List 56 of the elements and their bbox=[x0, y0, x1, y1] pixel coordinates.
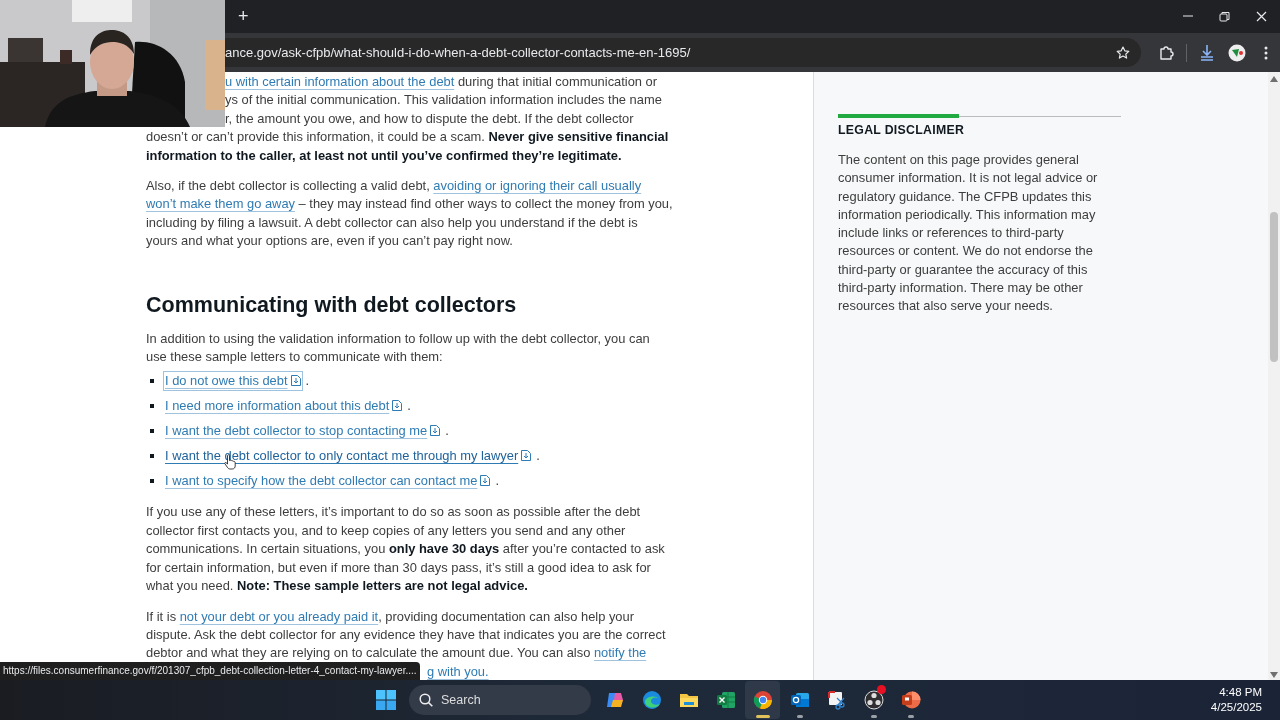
file-download-icon bbox=[392, 400, 403, 412]
spreadsheet-icon bbox=[715, 690, 736, 710]
text-link[interactable]: g with you. bbox=[427, 663, 489, 679]
mail-icon bbox=[789, 690, 810, 710]
status-url-text: https://files.consumerfinance.gov/f/201307_cfpb_debt-collection-letter-4_contact-my-lawyer.... bbox=[0, 662, 420, 680]
bullet-icon bbox=[150, 403, 154, 408]
menu-icon[interactable] bbox=[1263, 45, 1268, 60]
file-download-icon bbox=[290, 375, 301, 387]
section-heading: Communicating with debt collectors bbox=[146, 291, 518, 319]
paragraph: In addition to using the validation information to follow up with the debt collector, you can use these sample letters to communicate with them: bbox=[146, 329, 651, 367]
close-icon[interactable] bbox=[1256, 11, 1267, 22]
search-icon bbox=[419, 693, 433, 707]
period-text: . bbox=[495, 471, 499, 490]
search-field[interactable]: Search bbox=[409, 685, 591, 715]
puzzle-icon[interactable] bbox=[1157, 44, 1174, 61]
download-icon[interactable] bbox=[1199, 44, 1216, 61]
paragraph: If you use any of these letters, it’s important to do so as soon as possible after the debt collector first contacts you, and to keep copies of any letters you send and any other communications. In certain situations, you only have 30 days after you’re contacted to ask for certain information, but even if more than 30 days pass, it’s still a good idea to ask for what you need. Note: These sample letters are not legal advice. bbox=[146, 503, 666, 596]
text-link[interactable]: avoiding or ignoring their call usually bbox=[433, 178, 642, 194]
text-link[interactable]: u with certain information about the debt bbox=[225, 74, 455, 89]
scroll-up-icon[interactable] bbox=[1270, 76, 1278, 82]
bullet-icon bbox=[150, 453, 154, 458]
bullet-icon bbox=[150, 378, 154, 383]
scrollbar-thumb[interactable] bbox=[1270, 212, 1278, 362]
letter-link[interactable]: I need more information about this debt bbox=[164, 396, 404, 416]
new-tab-button[interactable]: + bbox=[236, 6, 251, 27]
letter-link[interactable]: I want to specify how the debt collector can contact me bbox=[164, 471, 492, 491]
file-download-icon bbox=[521, 450, 532, 462]
paragraph: Also, if the debt collector is collecting a valid debt, avoiding or ignoring their call usually won’t make them go away – they may instead find other ways to collect the money from you, including by filing a lawsuit. A debt collector can also help you understand if the debt is yours and what your options are, even if you can’t pay right now. bbox=[146, 177, 674, 251]
period-text: . bbox=[305, 371, 310, 390]
address-bar[interactable]: ance.gov/ask-cfpb/what-should-i-do-when-a-debt-collector-contacts-me-en-1695/ bbox=[225, 38, 1141, 67]
clock-time: 4:48 PM bbox=[1218, 685, 1262, 700]
presentation-icon bbox=[900, 690, 921, 710]
text-link[interactable]: won’t make them go away bbox=[146, 196, 296, 212]
avatar-icon[interactable] bbox=[1227, 43, 1246, 62]
letter-link[interactable]: I want the debt collector to only contact me through my lawyer bbox=[164, 446, 533, 466]
chrome-icon bbox=[752, 690, 773, 710]
bullet-icon bbox=[150, 428, 154, 433]
letter-link[interactable]: I do not owe this debt bbox=[164, 371, 302, 391]
sidebar-title: LEGAL DISCLAIMER bbox=[838, 123, 966, 137]
scroll-down-icon[interactable] bbox=[1270, 672, 1278, 678]
period-text: . bbox=[445, 421, 449, 440]
url-text: ance.gov/ask-cfpb/what-should-i-do-when-a-debt-collector-contacts-me-en-1695/ bbox=[225, 45, 692, 60]
text-link[interactable]: notify the bbox=[593, 645, 647, 661]
period-text: . bbox=[536, 446, 540, 465]
taskbar-app[interactable] bbox=[745, 681, 780, 719]
disclaimer-text: The content on this page provides general consumer information. It is not legal advice or regulatory guidance. The CFPB updates this information periodically. This information may include links or references to third-party resources or content. We do not endorse the third-party or guarantee the accuracy of this third-party information. There may be other resources that also serve your needs. bbox=[838, 151, 1099, 316]
period-text: . bbox=[407, 396, 411, 415]
bullet-icon bbox=[150, 478, 154, 483]
letter-link[interactable]: I want the debt collector to stop contacting me bbox=[164, 421, 442, 441]
restore-icon[interactable] bbox=[1219, 11, 1230, 22]
star-icon[interactable] bbox=[1116, 45, 1130, 60]
windows-icon bbox=[375, 690, 396, 710]
file-download-icon bbox=[480, 475, 491, 487]
clock-date: 4/25/2025 bbox=[1210, 700, 1262, 715]
scissors-icon bbox=[826, 690, 847, 710]
file-download-icon bbox=[430, 425, 441, 437]
